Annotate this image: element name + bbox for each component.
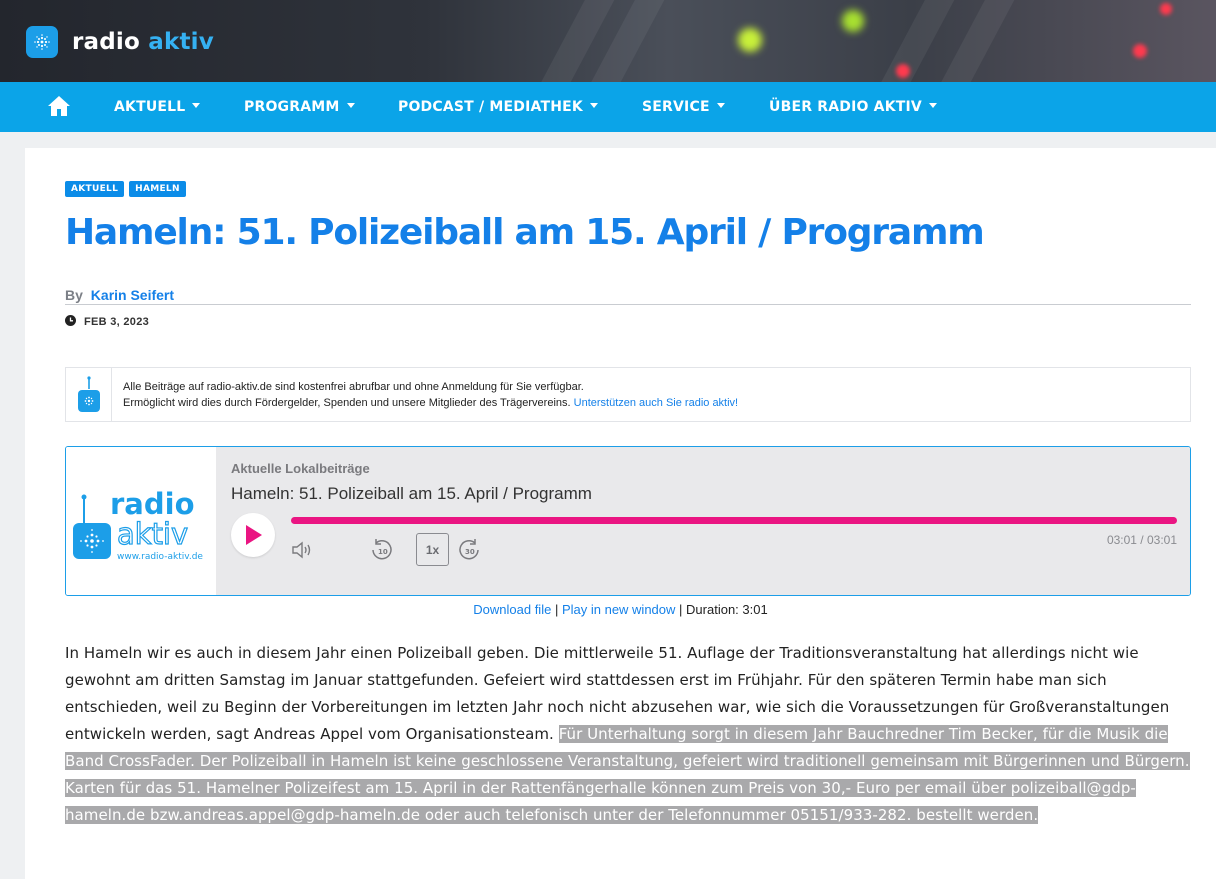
nav-item-label: AKTUELL bbox=[114, 99, 186, 115]
article-body: In Hameln wir es auch in diesem Jahr ein… bbox=[65, 640, 1195, 829]
caret-down-icon bbox=[928, 103, 937, 108]
banner-decoration bbox=[868, 0, 958, 82]
rewind-10-button[interactable]: 10 bbox=[368, 537, 394, 563]
divider bbox=[65, 304, 1191, 305]
caret-down-icon bbox=[346, 103, 355, 108]
nav-item-service[interactable]: SERVICE bbox=[642, 99, 725, 115]
playback-time: 03:01 / 03:01 bbox=[1106, 533, 1177, 547]
speaker-icon bbox=[26, 26, 58, 58]
category-tags: AKTUELL HAMELN bbox=[65, 181, 186, 197]
forward-30-button[interactable]: 30 bbox=[457, 537, 483, 563]
nav-item-label: SERVICE bbox=[642, 99, 710, 115]
caret-down-icon bbox=[589, 103, 598, 108]
banner-light bbox=[842, 10, 864, 32]
rewind-seconds: 10 bbox=[378, 548, 388, 556]
player-artwork: radio aktiv www.radio-aktiv.de bbox=[66, 447, 216, 595]
nav-item-programm[interactable]: PROGRAMM bbox=[244, 99, 355, 115]
player-panel: Aktuelle Lokalbeiträge Hameln: 51. Poliz… bbox=[216, 447, 1190, 595]
article-card: AKTUELL HAMELN Hameln: 51. Polizeiball a… bbox=[25, 148, 1216, 879]
nav-item-ueber[interactable]: ÜBER RADIO AKTIV bbox=[769, 99, 937, 115]
duration-label: Duration: 3:01 bbox=[686, 602, 768, 617]
by-label: By bbox=[65, 287, 83, 303]
forward-icon: 30 bbox=[459, 539, 479, 560]
artwork-text-radio: radio bbox=[110, 487, 195, 521]
nav-item-label: PODCAST / MEDIATHEK bbox=[398, 99, 583, 115]
tag-hameln[interactable]: HAMELN bbox=[129, 181, 186, 197]
notice-line-2: Ermöglicht wird dies durch Fördergelder,… bbox=[123, 395, 738, 411]
notice-line-1: Alle Beiträge auf radio-aktiv.de sind ko… bbox=[123, 380, 584, 393]
radio-icon bbox=[66, 368, 112, 421]
volume-icon[interactable] bbox=[290, 539, 314, 561]
banner-light bbox=[1133, 44, 1147, 58]
author-byline: By Karin Seifert bbox=[65, 287, 174, 303]
link-separator: | bbox=[554, 602, 559, 617]
nav-item-aktuell[interactable]: AKTUELL bbox=[114, 99, 201, 115]
date-text: FEB 3, 2023 bbox=[84, 316, 150, 328]
download-link[interactable]: Download file bbox=[473, 602, 551, 617]
link-separator: | bbox=[679, 602, 683, 617]
rewind-icon: 10 bbox=[372, 539, 392, 560]
caret-down-icon bbox=[192, 103, 201, 108]
episode-title: Hameln: 51. Polizeiball am 15. April / P… bbox=[231, 484, 592, 503]
caret-down-icon bbox=[716, 103, 725, 108]
tag-aktuell[interactable]: AKTUELL bbox=[65, 181, 125, 197]
player-links: Download file | Play in new window | Dur… bbox=[25, 602, 1216, 617]
home-icon[interactable] bbox=[47, 95, 71, 117]
play-icon bbox=[246, 525, 262, 545]
play-button[interactable] bbox=[231, 513, 275, 557]
notice-text: Alle Beiträge auf radio-aktiv.de sind ko… bbox=[112, 379, 738, 411]
banner-light bbox=[1160, 3, 1172, 15]
artwork-text-aktiv: aktiv bbox=[117, 517, 188, 551]
notice-line-2-text: Ermöglicht wird dies durch Fördergelder,… bbox=[123, 396, 571, 409]
article-title: Hameln: 51. Polizeiball am 15. April / P… bbox=[65, 212, 985, 253]
clock-icon bbox=[65, 315, 76, 329]
banner-light bbox=[738, 28, 762, 52]
play-new-window-link[interactable]: Play in new window bbox=[562, 602, 675, 617]
support-notice: Alle Beiträge auf radio-aktiv.de sind ko… bbox=[65, 367, 1191, 422]
support-link[interactable]: Unterstützen auch Sie radio aktiv! bbox=[574, 397, 738, 409]
podcast-player: radio aktiv www.radio-aktiv.de Aktuelle … bbox=[65, 446, 1191, 596]
main-nav: AKTUELL PROGRAMM PODCAST / MEDIATHEK SER… bbox=[0, 82, 1216, 132]
site-name-prefix: radio bbox=[72, 29, 141, 55]
nav-item-label: PROGRAMM bbox=[244, 99, 340, 115]
banner-light bbox=[896, 64, 910, 78]
site-logo[interactable]: radio aktiv bbox=[26, 26, 214, 58]
header-banner: radio aktiv bbox=[0, 0, 1216, 82]
artwork-url: www.radio-aktiv.de bbox=[117, 552, 203, 562]
progress-bar[interactable] bbox=[291, 517, 1177, 524]
forward-seconds: 30 bbox=[465, 548, 475, 556]
nav-item-label: ÜBER RADIO AKTIV bbox=[769, 99, 922, 115]
nav-item-podcast[interactable]: PODCAST / MEDIATHEK bbox=[398, 99, 598, 115]
show-title: Aktuelle Lokalbeiträge bbox=[231, 461, 370, 476]
post-date: FEB 3, 2023 bbox=[65, 315, 149, 329]
site-name: radio aktiv bbox=[72, 29, 214, 55]
author-link[interactable]: Karin Seifert bbox=[91, 287, 174, 303]
site-name-suffix: aktiv bbox=[148, 29, 214, 55]
speed-button[interactable]: 1x bbox=[416, 533, 449, 566]
